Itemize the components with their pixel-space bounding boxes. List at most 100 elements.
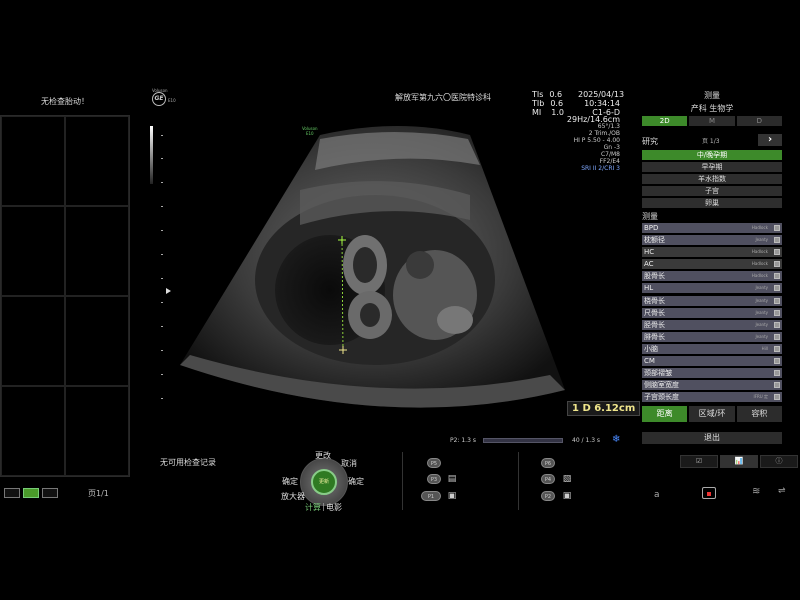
measurement-name: 尺骨长 — [644, 308, 665, 317]
measurement-checkbox[interactable] — [774, 261, 780, 268]
volume-tool-button[interactable]: 容积 — [736, 406, 782, 422]
measurement-name: 子宫颈长度 — [644, 393, 679, 402]
measurement-item[interactable]: AC Hadlock — [642, 259, 782, 270]
thumbnail-grid — [0, 115, 130, 477]
measurement-item[interactable]: BPD Hadlock — [642, 223, 782, 233]
dial-zoom-label[interactable]: 放大器 — [281, 491, 305, 502]
probe-orientation-label: Voluson E10 — [302, 126, 318, 136]
measurement-item[interactable]: 桡骨长 Jeanty — [642, 295, 782, 306]
measurement-item[interactable]: 侧脑室宽度 — [642, 380, 782, 391]
measurement-checkbox[interactable] — [774, 225, 780, 231]
mode-tab-d[interactable]: D — [736, 116, 782, 126]
thermal-index-readout: TIs 0.6 TIb 0.6 MI 1.0 — [532, 90, 564, 117]
depth-tick — [161, 254, 163, 255]
depth-tick — [161, 206, 163, 207]
thumbnail-slot[interactable] — [1, 206, 65, 296]
measurement-checkbox[interactable] — [774, 249, 780, 256]
dial-calc-label[interactable]: 计算 — [305, 502, 321, 513]
distance-tool-button[interactable]: 距离 — [642, 406, 688, 422]
measurement-item[interactable]: 股骨长 Hadlock — [642, 271, 782, 282]
measurement-item[interactable]: HC Hadlock — [642, 247, 782, 258]
thumbnail-slot[interactable] — [1, 296, 65, 386]
exam-time: 10:34:14 — [584, 99, 620, 108]
study-item[interactable]: 卵巢 — [642, 198, 782, 208]
measurement-item[interactable]: 腓骨长 Jeanty — [642, 331, 782, 342]
measurement-checkbox[interactable] — [774, 297, 780, 304]
dial-cine-label[interactable]: 电影 — [326, 502, 342, 513]
mode-tab-m[interactable]: M — [689, 116, 735, 126]
p2-button[interactable]: P2 — [541, 491, 555, 501]
study-item[interactable]: 早孕期 — [642, 162, 782, 172]
p5-button[interactable]: P5 — [427, 458, 441, 468]
measurement-item[interactable]: 小脑 Hill — [642, 343, 782, 354]
p1-button[interactable]: P1 — [421, 491, 441, 501]
thumbnail-slot[interactable] — [65, 116, 129, 206]
thumbnail-slot[interactable] — [1, 386, 65, 476]
measurement-name: HC — [644, 248, 655, 257]
exit-button[interactable]: 退出 — [642, 432, 782, 444]
thumbnail-slot[interactable] — [1, 116, 65, 206]
measurement-label: 测量 — [642, 212, 658, 221]
next-page-button[interactable]: › — [758, 134, 782, 146]
info-tab-icon[interactable]: ⓘ — [760, 455, 798, 468]
thumbnail-slot[interactable] — [65, 386, 129, 476]
measurement-item[interactable]: 枕额径 Jeanty — [642, 235, 782, 246]
measurement-name: HL — [644, 284, 654, 293]
measurement-checkbox[interactable] — [774, 273, 780, 280]
measurement-checkbox[interactable] — [774, 333, 780, 340]
measurement-method: Hadlock — [751, 273, 768, 279]
dial-center-button[interactable]: 更新 — [311, 469, 337, 495]
measurement-checkbox[interactable] — [774, 370, 780, 377]
measurement-checkbox[interactable] — [774, 382, 780, 389]
measurement-item[interactable]: CM — [642, 356, 782, 367]
measurement-checkbox[interactable] — [774, 237, 780, 244]
exam-date: 2025/04/13 — [578, 90, 625, 99]
p3-button[interactable]: P3 — [427, 474, 441, 484]
dial-cancel-label[interactable]: 取消 — [341, 458, 357, 469]
keyboard-a-icon[interactable]: a — [654, 490, 660, 500]
dial-confirm-right-label[interactable]: 确定 — [348, 476, 364, 487]
measurement-item[interactable]: 子宫颈长度 IFRU 定 — [642, 392, 782, 403]
layout-3x4-button[interactable] — [42, 488, 58, 498]
depth-tick — [161, 230, 163, 231]
measurement-checkbox[interactable] — [774, 285, 780, 292]
study-item[interactable]: 中/晚孕期 — [642, 150, 782, 160]
measurement-name: 股骨长 — [644, 272, 665, 281]
checklist-tab-icon[interactable]: ☑ — [680, 455, 718, 468]
measurement-item[interactable]: HL Jeanty — [642, 283, 782, 294]
p4-button[interactable]: P4 — [541, 474, 555, 484]
document-icon[interactable]: ▧ — [561, 474, 573, 484]
measurement-item[interactable]: 胫骨长 Jeanty — [642, 319, 782, 330]
layout-1x2-button[interactable] — [4, 488, 20, 498]
ultrasound-image[interactable] — [170, 125, 570, 425]
thumbnail-slot[interactable] — [65, 296, 129, 386]
grayscale-bar — [150, 126, 153, 184]
measurement-checkbox[interactable] — [774, 309, 780, 316]
p6-button[interactable]: P6 — [541, 458, 555, 468]
study-item[interactable]: 子宫 — [642, 186, 782, 196]
thumbnail-slot[interactable] — [65, 206, 129, 296]
chart-tab-icon[interactable]: 📊 — [720, 455, 758, 468]
measurement-checkbox[interactable] — [774, 321, 780, 328]
depth-tick — [161, 182, 163, 183]
measurement-item[interactable]: 颈部褶皱 — [642, 368, 782, 379]
measurement-checkbox[interactable] — [774, 345, 780, 352]
measurement-item[interactable]: 尺骨长 Jeanty — [642, 307, 782, 318]
dial-change-label[interactable]: 更改 — [315, 450, 331, 461]
print-icon[interactable]: ▤ — [446, 474, 458, 484]
fetal-part-inner — [360, 303, 380, 327]
cine-slider[interactable] — [483, 438, 563, 443]
save-icon[interactable]: ▣ — [446, 491, 458, 501]
dial-confirm-left-label[interactable]: 确定 — [282, 476, 298, 487]
study-item[interactable]: 羊水指数 — [642, 174, 782, 184]
cine-end-label: 40 / 1.3 s — [572, 437, 601, 444]
area-tool-button[interactable]: 区域/环 — [689, 406, 735, 422]
depth-tick — [161, 398, 163, 399]
layout-2x4-button[interactable] — [23, 488, 39, 498]
mode-tab-2d[interactable]: 2D — [642, 116, 688, 126]
save-icon[interactable]: ▣ — [561, 491, 573, 501]
measurement-method: Hadlock — [751, 261, 768, 267]
measurement-checkbox[interactable] — [774, 394, 780, 401]
fetal-body-detail — [437, 306, 473, 334]
measurement-checkbox[interactable] — [774, 358, 780, 365]
